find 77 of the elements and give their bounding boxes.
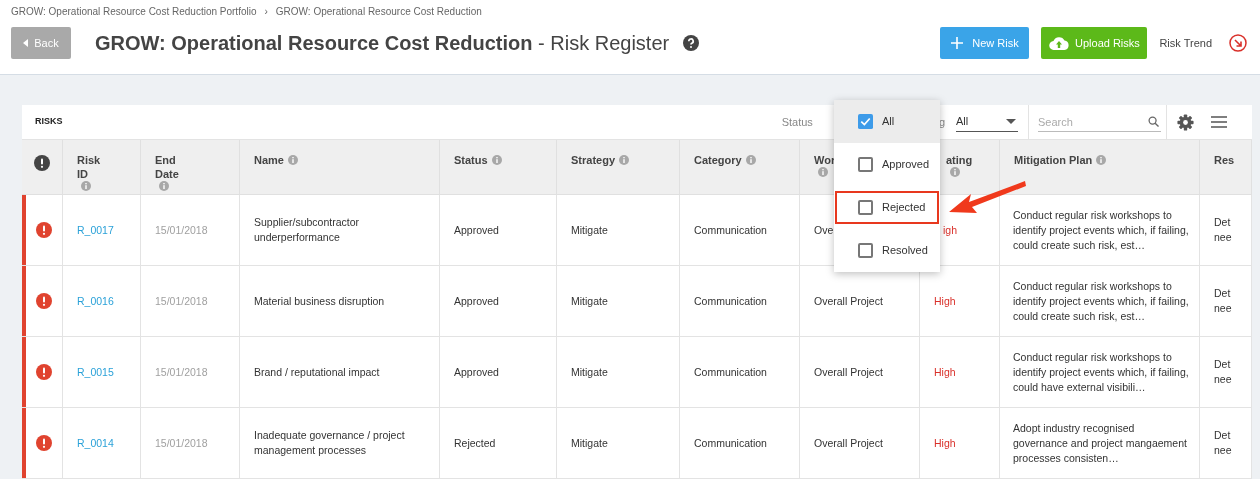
dropdown-option[interactable]: Rejected — [835, 191, 939, 224]
table-cell: 15/01/2018 — [155, 364, 208, 380]
column-header[interactable]: Name — [254, 153, 284, 167]
table-cell-text: Inadequate governance / project management processes — [254, 428, 406, 458]
plus-icon — [951, 37, 964, 49]
table-cell: Overall Project — [814, 293, 883, 309]
risk-trend-link[interactable]: Risk Trend — [1159, 34, 1212, 52]
table-cell: Material business disruption — [254, 293, 385, 309]
table-cell: 15/01/2018 — [155, 293, 208, 309]
column-header[interactable]: Category — [694, 153, 742, 167]
table-cell: 15/01/2018 — [155, 435, 208, 451]
search-field[interactable]: Search — [1038, 112, 1161, 132]
table-cell: High — [934, 293, 956, 309]
column-header[interactable]: Wor — [814, 153, 836, 167]
table-cell-text: Adopt industry recognised governance and project mangaement processes consisten… — [1013, 420, 1188, 466]
checkbox[interactable] — [858, 200, 873, 215]
filter-label: g — [938, 114, 945, 130]
table-cell: Approved — [454, 222, 499, 238]
page-title: GROW: Operational Resource Cost Reduction - Risk Register — [95, 31, 670, 56]
table-cell: Communication — [694, 435, 767, 451]
checkbox[interactable] — [858, 243, 873, 258]
table-cell: Det nee — [1214, 286, 1232, 316]
menu-icon[interactable] — [1211, 116, 1227, 128]
table-cell: Mitigate — [571, 364, 608, 380]
table-cell: Det nee — [1214, 215, 1232, 245]
alert-icon — [36, 364, 52, 380]
table-cell: igh — [943, 222, 957, 238]
caret-icon — [23, 39, 29, 47]
table-cell-text: Supplier/subcontractor underperformance — [254, 215, 361, 245]
panel-title: RISKS — [35, 115, 63, 129]
column-header[interactable]: Res — [1214, 153, 1235, 167]
table-cell: Conduct regular risk workshops to identify project events which, if failing, could create such risk, est… — [1013, 207, 1189, 253]
table-cell: Approved — [454, 293, 499, 309]
table-cell: Mitigate — [571, 435, 608, 451]
alert-icon — [36, 435, 52, 451]
column-header[interactable]: Mitigation Plan — [1014, 153, 1093, 167]
table-cell: High — [934, 364, 956, 380]
table-cell: High — [934, 435, 956, 451]
cloud-upload-icon — [1049, 36, 1069, 50]
dropdown-option[interactable]: Resolved — [835, 234, 939, 267]
table-cell: Conduct regular risk workshops to identify project events which, if failing, could have external visibili… — [1013, 349, 1189, 395]
alert-icon — [34, 155, 50, 171]
table-cell: Rejected — [454, 435, 496, 451]
table-cell: Mitigate — [571, 293, 608, 309]
search-icon — [1148, 116, 1159, 127]
checkbox[interactable] — [858, 114, 873, 129]
table-cell: Communication — [694, 222, 767, 238]
settings-icon[interactable] — [1177, 113, 1194, 131]
dropdown-option[interactable]: Approved — [835, 148, 939, 181]
rating-filter-select[interactable]: All — [956, 112, 1018, 132]
trend-down-icon — [1229, 34, 1247, 52]
table-cell: Det nee — [1214, 428, 1232, 458]
table-cell: Brand / reputational impact — [254, 364, 380, 380]
table-cell: Ove — [814, 222, 834, 238]
column-header[interactable]: ating — [946, 153, 973, 167]
table-cell: Overall Project — [814, 435, 883, 451]
column-header[interactable]: End Date — [155, 153, 191, 181]
breadcrumb-separator: › — [264, 5, 268, 19]
column-header[interactable]: Risk ID — [77, 153, 113, 181]
checkbox[interactable] — [858, 157, 873, 172]
table-cell: Conduct regular risk workshops to identify project events which, if failing, could create such risk, est… — [1013, 278, 1189, 324]
table-cell: Mitigate — [571, 222, 608, 238]
breadcrumb-link[interactable]: GROW: Operational Resource Cost Reduction — [275, 4, 482, 19]
alert-icon — [36, 222, 52, 238]
table-cell: Overall Project — [814, 364, 883, 380]
column-header[interactable]: Strategy — [571, 153, 616, 167]
filter-label: Status — [781, 114, 813, 130]
help-icon[interactable] — [683, 35, 700, 51]
caret-icon — [1006, 119, 1016, 124]
table-cell: Det nee — [1214, 357, 1232, 387]
table-cell: Communication — [694, 293, 767, 309]
alert-icon — [36, 293, 52, 309]
table-cell: Approved — [454, 364, 499, 380]
breadcrumb-link[interactable]: GROW: Operational Resource Cost Reduction Portfolio — [11, 4, 257, 19]
table-cell: Communication — [694, 364, 767, 380]
table-cell: 15/01/2018 — [155, 222, 208, 238]
column-header[interactable]: Status — [454, 153, 488, 167]
